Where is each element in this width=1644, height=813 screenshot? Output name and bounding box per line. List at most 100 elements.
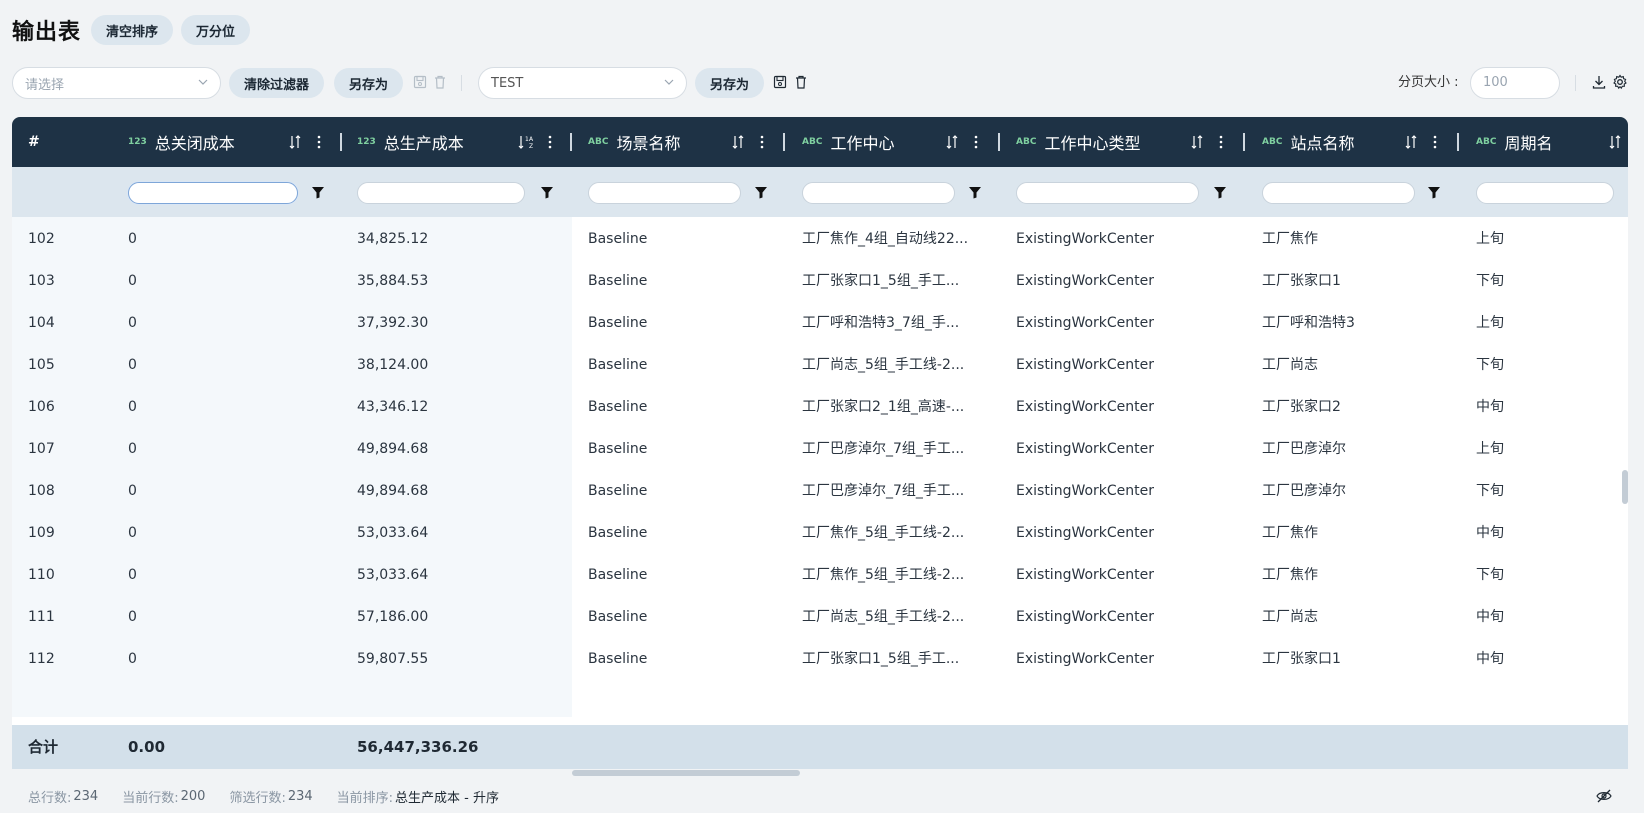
cell-work-center-type: ExistingWorkCenter — [1016, 441, 1155, 457]
clear-sort-button[interactable]: 清空排序 — [91, 15, 174, 45]
filter-input-closing-cost[interactable] — [128, 182, 298, 204]
filter-input-scenario-name[interactable] — [588, 182, 741, 204]
column-menu-icon[interactable] — [1218, 134, 1224, 150]
current-sort-value: 总生产成本 - 升序 — [395, 790, 500, 806]
filter-input-period-name[interactable] — [1476, 182, 1614, 204]
cell-work-center-type: ExistingWorkCenter — [1016, 483, 1155, 499]
row-index: 108 — [28, 483, 55, 499]
total-row: 合计 0.00 56,447,336.26 — [12, 725, 1628, 769]
view-select[interactable]: TEST — [478, 67, 687, 99]
filter-icon[interactable] — [311, 186, 325, 199]
column-header-scenario-name[interactable]: ABC 场景名称 — [588, 117, 680, 167]
sort-ascending-icon[interactable]: 1 AZ — [518, 134, 536, 150]
table-row[interactable]: 106 0 43,346.12 Baseline 工厂张家口2_1组_高速-... Exi… — [12, 385, 1628, 429]
column-resize-handle[interactable] — [1457, 133, 1459, 151]
sort-icon[interactable] — [1608, 134, 1622, 150]
cell-production-cost: 37,392.30 — [357, 315, 429, 331]
gear-icon[interactable] — [1612, 74, 1628, 90]
table-row[interactable]: 112 0 59,807.55 Baseline 工厂张家口1_5组_手工... Exis… — [12, 637, 1628, 681]
table-header: # 123 总关闭成本 123 总生产成本 1AZ ABC 场景名称 ABC 工作中心 … — [12, 117, 1628, 167]
cell-work-center-type: ExistingWorkCenter — [1016, 399, 1155, 415]
save-icon[interactable] — [412, 74, 428, 90]
cell-period-name: 中旬 — [1476, 651, 1504, 667]
table-row[interactable]: 105 0 38,124.00 Baseline 工厂尚志_5组_手工线-2... Exi… — [12, 343, 1628, 387]
toolbar: 请选择 清除过滤器 另存为 TEST 另存为 分页大小 : 100 — [12, 67, 1632, 99]
column-menu-icon[interactable] — [973, 134, 979, 150]
save-icon[interactable] — [772, 74, 788, 90]
table-row[interactable]: 110 0 53,033.64 Baseline 工厂焦作_5组_手工线-2... Exi… — [12, 553, 1628, 597]
cell-work-center: 工厂尚志_5组_手工线-2... — [802, 357, 965, 373]
filter-input-production-cost[interactable] — [357, 182, 525, 204]
cell-work-center: 工厂焦作_5组_手工线-2... — [802, 567, 965, 583]
vertical-scrollbar[interactable] — [1622, 470, 1628, 504]
save-as-filter-button[interactable]: 另存为 — [334, 68, 404, 98]
cell-work-center: 工厂焦作_5组_手工线-2... — [802, 525, 965, 541]
column-menu-icon[interactable] — [1432, 134, 1438, 150]
table-row[interactable]: 103 0 35,884.53 Baseline 工厂张家口1_5组_手工... Exis… — [12, 259, 1628, 303]
filter-input-site-name[interactable] — [1262, 182, 1415, 204]
chevron-down-icon — [198, 79, 208, 85]
clear-filters-button[interactable]: 清除过滤器 — [229, 68, 325, 98]
cell-scenario-name: Baseline — [588, 231, 648, 247]
cell-scenario-name: Baseline — [588, 315, 648, 331]
trash-icon[interactable] — [793, 74, 809, 90]
table-row[interactable]: 104 0 37,392.30 Baseline 工厂呼和浩特3_7组_手... Exis… — [12, 301, 1628, 345]
filter-icon[interactable] — [754, 186, 768, 199]
cell-scenario-name: Baseline — [588, 567, 648, 583]
cell-production-cost: 43,346.12 — [357, 399, 429, 415]
column-resize-handle[interactable] — [783, 133, 785, 151]
trash-icon[interactable] — [432, 74, 448, 90]
cell-production-cost: 35,884.53 — [357, 273, 429, 289]
column-menu-icon[interactable] — [547, 134, 553, 150]
cell-production-cost: 38,124.00 — [357, 357, 429, 373]
column-header-work-center-type[interactable]: ABC 工作中心类型 — [1016, 117, 1140, 167]
column-header-period-name[interactable]: ABC 周期名 — [1476, 117, 1552, 167]
filter-icon[interactable] — [1213, 186, 1227, 199]
column-header-closing-cost[interactable]: 123 总关闭成本 — [128, 117, 235, 167]
column-header-work-center[interactable]: ABC 工作中心 — [802, 117, 894, 167]
table-row[interactable]: 111 0 57,186.00 Baseline 工厂尚志_5组_手工线-2... Exi… — [12, 595, 1628, 639]
column-resize-handle[interactable] — [570, 133, 572, 151]
column-menu-icon[interactable] — [316, 134, 322, 150]
filter-input-work-center[interactable] — [802, 182, 955, 204]
total-label: 合计 — [28, 738, 59, 756]
table-body: 102 0 34,825.12 Baseline 工厂焦作_4组_自动线22... Exi… — [12, 217, 1628, 717]
filter-select[interactable]: 请选择 — [12, 67, 221, 99]
sort-icon[interactable] — [731, 134, 745, 150]
row-index: 109 — [28, 525, 55, 541]
sort-icon[interactable] — [1404, 134, 1418, 150]
cell-work-center: 工厂焦作_4组_自动线22... — [802, 231, 969, 247]
table-row[interactable]: 107 0 49,894.68 Baseline 工厂巴彦淖尔_7组_手工... Exis… — [12, 427, 1628, 471]
cell-work-center: 工厂巴彦淖尔_7组_手工... — [802, 441, 965, 457]
filter-icon[interactable] — [968, 186, 982, 199]
eye-off-icon[interactable] — [1596, 789, 1612, 803]
table-row[interactable]: 108 0 49,894.68 Baseline 工厂巴彦淖尔_7组_手工... Exis… — [12, 469, 1628, 513]
sort-icon[interactable] — [288, 134, 302, 150]
page-size-input[interactable]: 100 — [1470, 67, 1560, 99]
column-menu-icon[interactable] — [759, 134, 765, 150]
row-index: 105 — [28, 357, 55, 373]
horizontal-scrollbar[interactable] — [572, 770, 800, 776]
cell-site-name: 工厂尚志 — [1262, 357, 1318, 373]
sort-icon[interactable] — [945, 134, 959, 150]
svg-text:A: A — [529, 136, 534, 143]
filter-row — [12, 167, 1628, 217]
table-row[interactable]: 102 0 34,825.12 Baseline 工厂焦作_4组_自动线22... Exi… — [12, 217, 1628, 261]
row-index: 103 — [28, 273, 55, 289]
column-resize-handle[interactable] — [340, 133, 342, 151]
cell-scenario-name: Baseline — [588, 483, 648, 499]
cell-scenario-name: Baseline — [588, 357, 648, 373]
filter-icon[interactable] — [1427, 186, 1441, 199]
table-row[interactable]: 109 0 53,033.64 Baseline 工厂焦作_5组_手工线-2... Exi… — [12, 511, 1628, 555]
sort-icon[interactable] — [1190, 134, 1204, 150]
download-icon[interactable] — [1591, 74, 1607, 90]
column-resize-handle[interactable] — [998, 133, 1000, 151]
view-select-value: TEST — [491, 75, 524, 91]
filter-icon[interactable] — [540, 186, 554, 199]
save-as-view-button[interactable]: 另存为 — [695, 68, 765, 98]
column-header-site-name[interactable]: ABC 站点名称 — [1262, 117, 1354, 167]
column-header-production-cost[interactable]: 123 总生产成本 — [357, 117, 464, 167]
column-resize-handle[interactable] — [1243, 133, 1245, 151]
filter-input-work-center-type[interactable] — [1016, 182, 1199, 204]
per-ten-thousand-button[interactable]: 万分位 — [181, 15, 251, 45]
